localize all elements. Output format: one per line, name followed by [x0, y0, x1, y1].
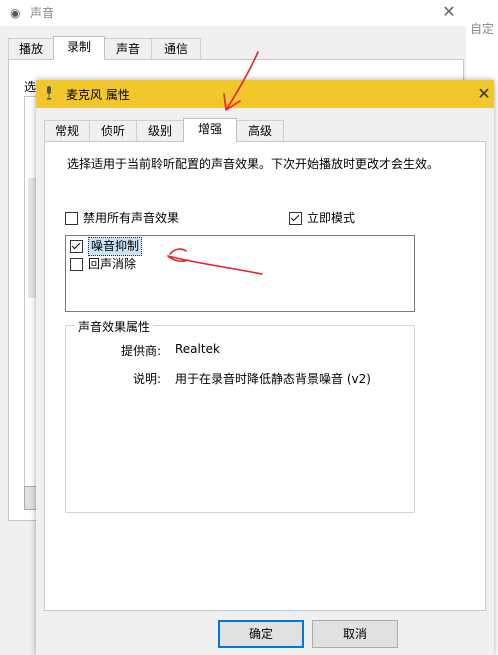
tab-recording[interactable]: 录制 — [53, 36, 105, 60]
tab-sounds[interactable]: 声音 — [104, 38, 152, 59]
choose-device-text: 选 — [24, 80, 37, 94]
microphone-icon — [47, 86, 51, 100]
disable-all-effects-checkbox[interactable]: 禁用所有声音效果 — [65, 210, 179, 226]
dialog-tabs: 常规 侦听 级别 增强 高级 — [44, 118, 484, 142]
effect-properties-title: 声音效果属性 — [75, 318, 154, 335]
dialog-titlebar: 麦克风 属性 ✕ — [36, 80, 494, 108]
description-value: 用于在录音时降低静态背景噪音 (v2) — [175, 372, 371, 386]
provider-label: 提供商: — [120, 344, 161, 358]
customize-text: 自定 — [470, 22, 495, 36]
enhancements-description: 选择适用于当前聆听配置的声音效果。下次开始播放时更改才会生效。 — [67, 157, 440, 171]
speaker-icon: ◉ — [10, 6, 21, 20]
cancel-button[interactable]: 取消 — [312, 620, 398, 648]
tab-enhancements[interactable]: 增强 — [183, 118, 237, 142]
checkbox-box[interactable] — [65, 211, 78, 225]
effect-noise-suppression[interactable]: 噪音抑制 — [70, 237, 143, 256]
disable-all-effects-label: 禁用所有声音效果 — [83, 211, 180, 225]
tab-playback[interactable]: 播放 — [8, 38, 54, 59]
description-label: 说明: — [132, 372, 161, 386]
tab-advanced[interactable]: 高级 — [236, 120, 284, 141]
sound-window-titlebar: ◉ 声音 ✕ — [0, 0, 466, 26]
checkbox-box[interactable] — [289, 211, 302, 225]
tab-general[interactable]: 常规 — [44, 120, 90, 141]
provider-value: Realtek — [175, 342, 220, 356]
dialog-title: 麦克风 属性 — [66, 88, 130, 102]
effect-echo-cancellation[interactable]: 回声消除 — [70, 256, 136, 273]
close-icon[interactable]: ✕ — [437, 1, 461, 23]
effect-label: 回声消除 — [88, 257, 137, 271]
immediate-mode-label: 立即模式 — [307, 211, 356, 225]
tab-levels[interactable]: 级别 — [136, 120, 184, 141]
effects-list[interactable]: 噪音抑制 回声消除 — [65, 235, 415, 312]
enhancements-panel: 选择适用于当前聆听配置的声音效果。下次开始播放时更改才会生效。 禁用所有声音效果… — [44, 141, 486, 611]
immediate-mode-checkbox[interactable]: 立即模式 — [289, 210, 355, 226]
tab-communications[interactable]: 通信 — [151, 38, 201, 59]
checkbox-box[interactable] — [70, 240, 83, 253]
ok-button[interactable]: 确定 — [218, 620, 304, 648]
checkbox-box[interactable] — [70, 258, 83, 271]
tab-listen[interactable]: 侦听 — [89, 120, 137, 141]
close-icon[interactable]: ✕ — [474, 82, 494, 106]
effect-label: 噪音抑制 — [88, 237, 143, 256]
microphone-properties-dialog: 麦克风 属性 ✕ 常规 侦听 级别 增强 高级 选择适用于当前聆听配置的声音效果… — [36, 80, 494, 655]
sound-window-title: 声音 — [30, 6, 55, 20]
